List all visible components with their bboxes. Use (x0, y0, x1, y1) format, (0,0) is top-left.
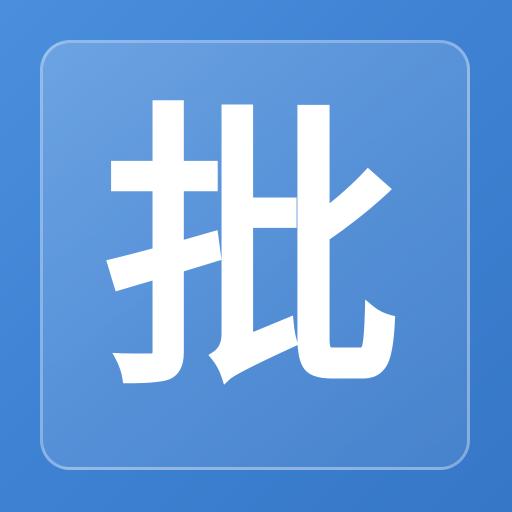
app-icon: 批 (0, 0, 512, 512)
glyph-character: 批 (102, 79, 402, 428)
icon-tile: 批 (40, 40, 470, 470)
